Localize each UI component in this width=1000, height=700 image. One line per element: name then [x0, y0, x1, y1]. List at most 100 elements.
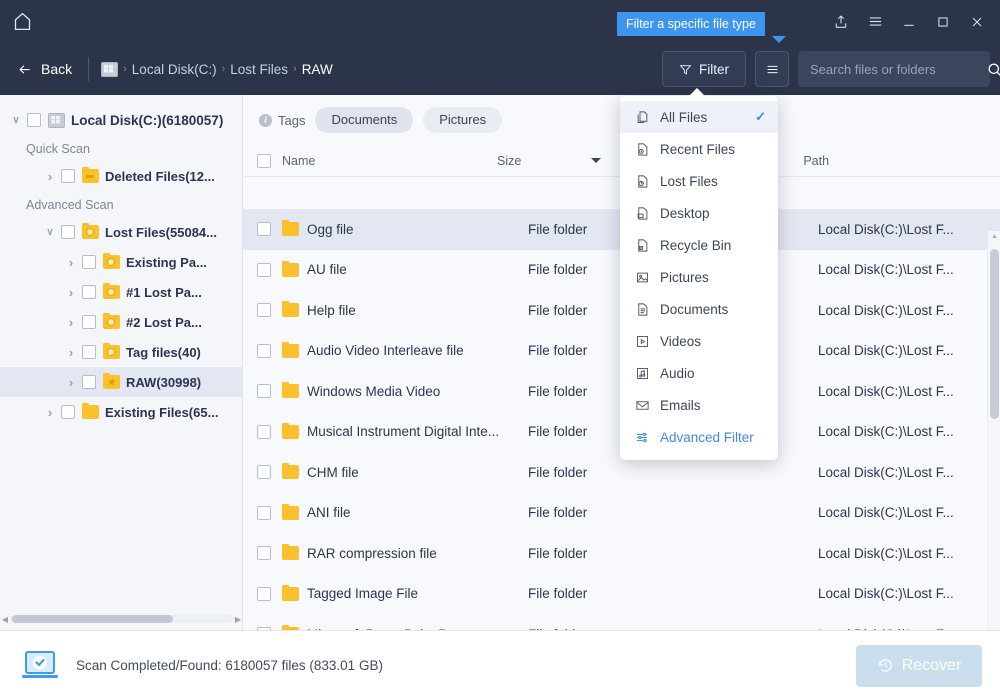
sidebar-item-existing-partition[interactable]: Existing Pa...: [0, 247, 242, 277]
tree-checkbox[interactable]: [82, 315, 96, 329]
search-input[interactable]: [798, 51, 990, 87]
chevron-right-icon[interactable]: [63, 285, 79, 300]
menu-item-recent-files[interactable]: Recent Files: [620, 133, 778, 165]
menu-item-label: Lost Files: [660, 174, 718, 189]
chevron-right-icon[interactable]: [63, 255, 79, 270]
menu-item-pictures[interactable]: Pictures: [620, 261, 778, 293]
tree-checkbox[interactable]: [82, 255, 96, 269]
menu-item-lost-files[interactable]: Lost Files: [620, 165, 778, 197]
tree-checkbox[interactable]: [82, 375, 96, 389]
menu-item-audio[interactable]: Audio: [620, 357, 778, 389]
chevron-right-icon[interactable]: [63, 375, 79, 390]
folder-clock-icon: [103, 255, 120, 269]
menu-item-advanced-filter[interactable]: Advanced Filter: [620, 421, 778, 453]
menu-item-documents[interactable]: Documents: [620, 293, 778, 325]
sidebar-item-lost-files[interactable]: Lost Files(55084...: [0, 217, 242, 247]
disk-icon[interactable]: [101, 62, 118, 77]
sidebar-item-tag-files[interactable]: Tag files(40): [0, 337, 242, 367]
row-checkbox[interactable]: [257, 222, 271, 236]
menu-item-desktop[interactable]: Desktop: [620, 197, 778, 229]
menu-item-videos[interactable]: Videos: [620, 325, 778, 357]
folder-plain-icon: [82, 405, 99, 419]
menu-item-all-files[interactable]: All Files ✓: [620, 101, 778, 133]
chevron-down-icon[interactable]: [42, 227, 58, 238]
chevron-right-icon[interactable]: [63, 345, 79, 360]
row-path: Local Disk(C:)\Lost F...: [818, 546, 993, 561]
recover-button[interactable]: Recover: [856, 645, 982, 687]
chevron-right-icon[interactable]: [63, 315, 79, 330]
breadcrumb-item-1[interactable]: Lost Files: [230, 62, 288, 77]
sort-descending-icon[interactable]: [591, 158, 601, 163]
sidebar-horizontal-scrollbar[interactable]: ◀ ▶: [0, 613, 243, 625]
chevron-right-icon[interactable]: [42, 405, 58, 420]
menu-icon[interactable]: [858, 0, 892, 43]
scrollbar-track[interactable]: [10, 615, 233, 623]
sidebar-item-existing-files[interactable]: Existing Files(65...: [0, 397, 242, 427]
back-button[interactable]: Back: [10, 57, 80, 81]
sidebar-item-lost-partition-1[interactable]: #1 Lost Pa...: [0, 277, 242, 307]
tree-checkbox[interactable]: [82, 285, 96, 299]
scroll-up-icon[interactable]: ▲: [991, 233, 998, 240]
scrollbar-thumb[interactable]: [990, 249, 999, 419]
tags-label: Tags: [278, 113, 305, 128]
body-area: Local Disk(C:)(6180057) Quick Scan Delet…: [0, 95, 1000, 630]
menu-item-emails[interactable]: Emails: [620, 389, 778, 421]
tree-checkbox[interactable]: [61, 405, 75, 419]
table-row[interactable]: Microsoft PowerPoint Presenta... File fo…: [243, 614, 1000, 630]
sidebar-item-raw[interactable]: RAW(30998): [0, 367, 242, 397]
filter-button[interactable]: Filter: [662, 51, 746, 87]
search-field[interactable]: [810, 62, 986, 77]
row-checkbox[interactable]: [257, 344, 271, 358]
column-header-size[interactable]: Size: [497, 154, 521, 168]
menu-item-recycle-bin[interactable]: Recycle Bin: [620, 229, 778, 261]
select-all-checkbox[interactable]: [257, 154, 271, 168]
row-checkbox[interactable]: [257, 425, 271, 439]
table-row[interactable]: Tagged Image File File folder Local Disk…: [243, 574, 1000, 615]
row-checkbox[interactable]: [257, 465, 271, 479]
scan-status-text: Scan Completed/Found: 6180057 files (833…: [76, 658, 383, 673]
app-window: Filter a specific file type: [0, 0, 1000, 700]
scroll-left-icon[interactable]: ◀: [0, 615, 10, 624]
row-checkbox[interactable]: [257, 506, 271, 520]
check-icon: ✓: [755, 109, 766, 125]
filter-tooltip: Filter a specific file type: [617, 12, 765, 36]
info-icon[interactable]: i: [259, 114, 272, 127]
row-checkbox[interactable]: [257, 384, 271, 398]
column-header-path[interactable]: Path: [803, 154, 973, 168]
list-view-icon[interactable]: [755, 51, 789, 87]
close-icon[interactable]: [960, 0, 994, 43]
minimize-icon[interactable]: [892, 0, 926, 43]
search-icon[interactable]: [986, 61, 1000, 78]
sidebar-item-deleted-files[interactable]: Deleted Files(12...: [0, 161, 242, 191]
export-icon[interactable]: [824, 0, 858, 43]
column-header-name[interactable]: Name: [282, 154, 497, 168]
tree-checkbox[interactable]: [27, 113, 41, 127]
folder-clock-icon: [103, 315, 120, 329]
tag-chip-pictures[interactable]: Pictures: [423, 107, 502, 133]
maximize-icon[interactable]: [926, 0, 960, 43]
row-name: CHM file: [307, 465, 523, 480]
home-button[interactable]: [0, 0, 44, 43]
row-checkbox[interactable]: [257, 303, 271, 317]
table-row[interactable]: ANI file File folder Local Disk(C:)\Lost…: [243, 493, 1000, 534]
row-name: Tagged Image File: [307, 586, 523, 601]
folder-minus-icon: [82, 169, 99, 183]
breadcrumb-item-0[interactable]: Local Disk(C:): [132, 62, 217, 77]
sidebar-item-lost-partition-2[interactable]: #2 Lost Pa...: [0, 307, 242, 337]
scroll-right-icon[interactable]: ▶: [233, 615, 243, 624]
tag-chip-documents[interactable]: Documents: [315, 107, 413, 133]
file-clock-icon: [634, 141, 651, 158]
tree-checkbox[interactable]: [82, 345, 96, 359]
breadcrumb-item-2[interactable]: RAW: [302, 62, 333, 77]
chevron-down-icon[interactable]: [8, 115, 24, 126]
table-row[interactable]: RAR compression file File folder Local D…: [243, 533, 1000, 574]
row-checkbox[interactable]: [257, 546, 271, 560]
folder-icon: [282, 506, 299, 520]
tree-root-local-disk[interactable]: Local Disk(C:)(6180057): [0, 105, 242, 135]
tree-checkbox[interactable]: [61, 169, 75, 183]
row-checkbox[interactable]: [257, 587, 271, 601]
filter-dropdown-menu: All Files ✓ Recent Files Lost Files: [620, 96, 778, 460]
tree-checkbox[interactable]: [61, 225, 75, 239]
chevron-right-icon[interactable]: [42, 169, 58, 184]
row-checkbox[interactable]: [257, 263, 271, 277]
